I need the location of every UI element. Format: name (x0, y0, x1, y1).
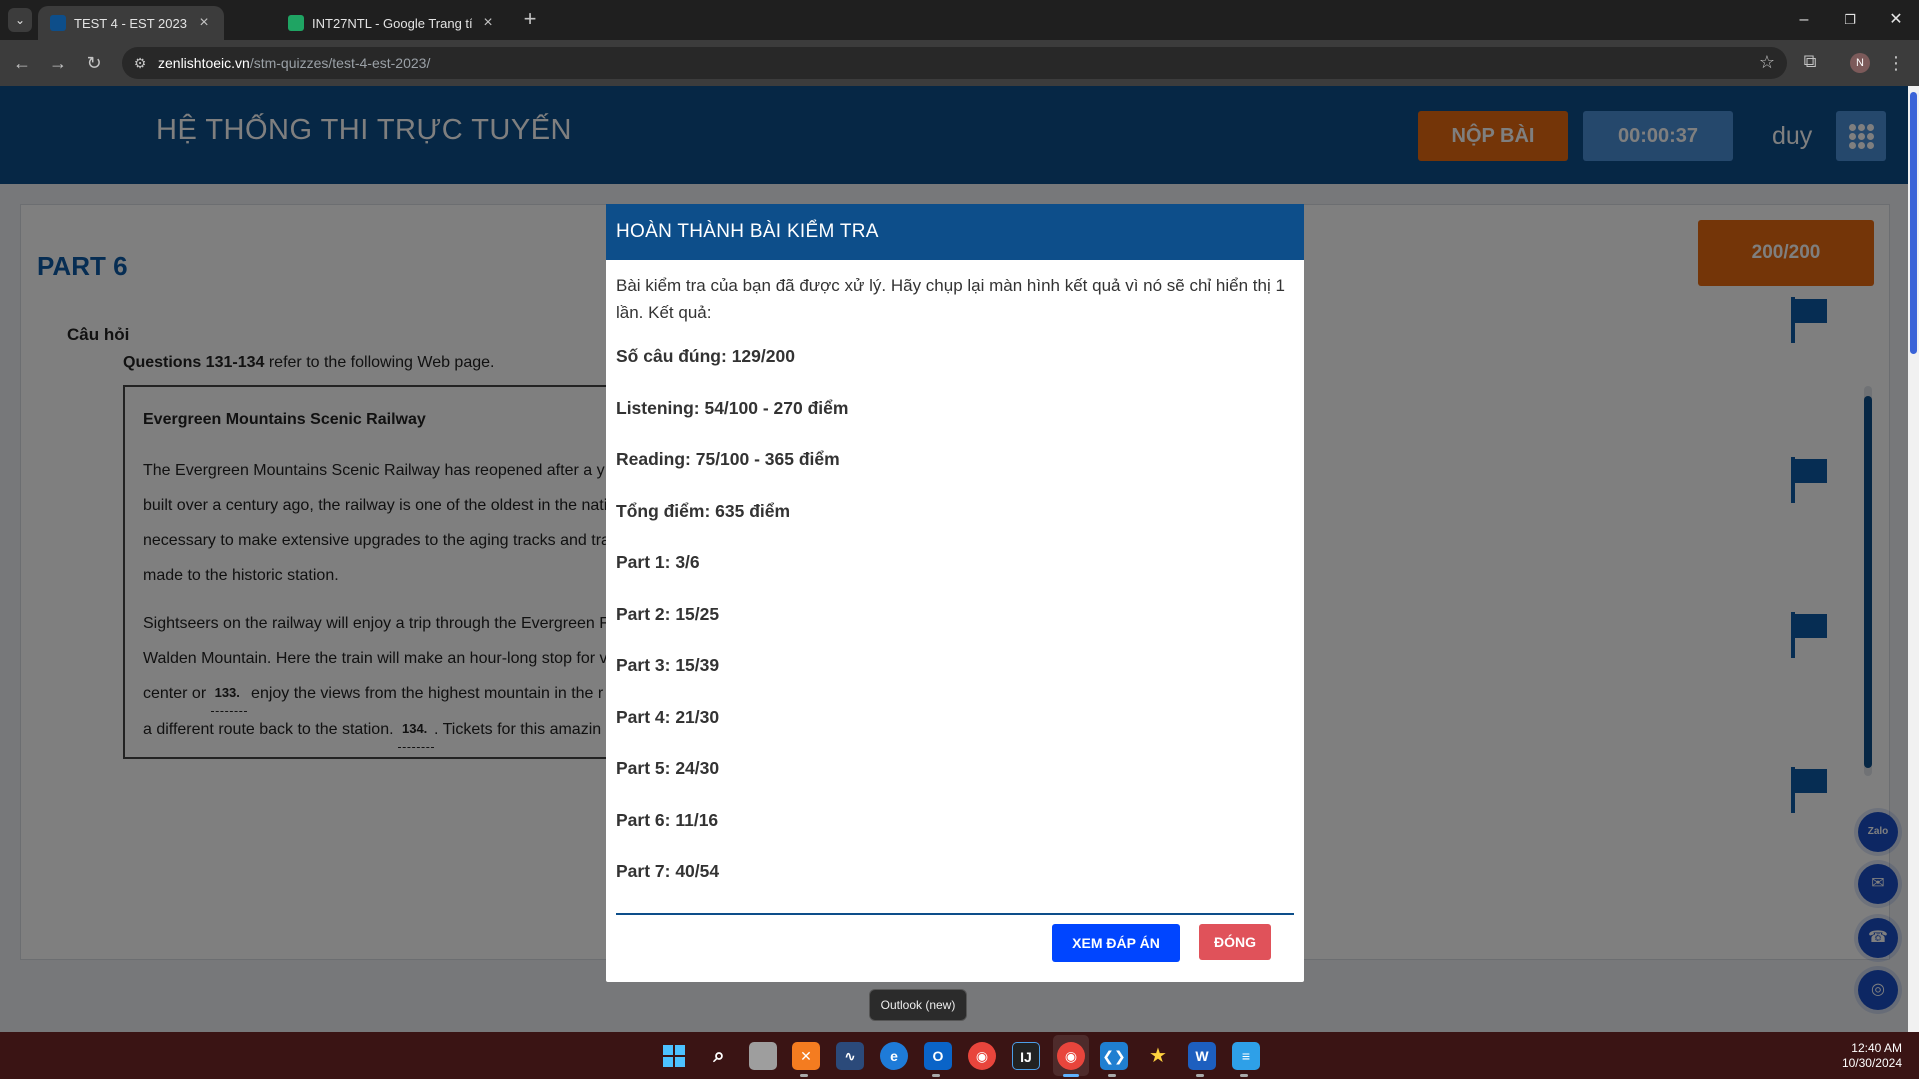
clock-time: 12:40 AM (1851, 1041, 1902, 1055)
search-icon[interactable]: ⌕ (705, 1042, 733, 1070)
outlook-icon[interactable]: O (924, 1042, 952, 1070)
notepad-icon[interactable]: ≡ (1232, 1042, 1260, 1070)
result-part-2: Part 2: 15/25 (616, 603, 720, 624)
running-indicator (1108, 1074, 1116, 1077)
url-host: zenlishtoeic.vn (158, 55, 250, 71)
minimize-icon[interactable]: – (1781, 0, 1827, 40)
tab-title: INT27NTL - Google Trang tính (312, 15, 472, 31)
google-sheets-favicon-icon (288, 15, 304, 31)
result-listening: Listening: 54/100 - 270 điểm (616, 397, 849, 418)
modal-divider (616, 913, 1294, 915)
close-tab-icon[interactable]: × (480, 14, 496, 32)
intellij-icon[interactable]: IJ (1012, 1042, 1040, 1070)
profile-avatar[interactable]: N (1850, 53, 1870, 73)
result-reading: Reading: 75/100 - 365 điểm (616, 449, 840, 469)
running-indicator (800, 1074, 808, 1077)
result-part-3: Part 3: 15/39 (616, 655, 720, 675)
chrome-icon[interactable]: ◉ (968, 1042, 996, 1070)
result-part-5: Part 5: 24/30 (616, 758, 720, 778)
modal-title: HOÀN THÀNH BÀI KIỂM TRA (606, 204, 1304, 260)
browser-tab-strip: ⌄ TEST 4 - EST 2023 - Zenlish × INT27NTL… (0, 0, 1919, 40)
edge-browser-icon[interactable]: e (880, 1042, 908, 1070)
vscode-icon[interactable]: ❮❯ (1100, 1042, 1128, 1070)
result-part-6: Part 6: 11/16 (616, 809, 719, 830)
system-clock[interactable]: 12:40 AM 10/30/2024 (1820, 1041, 1902, 1071)
task-view-icon[interactable] (749, 1042, 777, 1070)
forward-arrow-icon[interactable]: → (44, 49, 72, 77)
chrome-profile-icon[interactable]: ◉ (1057, 1042, 1085, 1070)
restore-icon[interactable]: ❐ (1827, 0, 1873, 40)
tab-search-chevron-icon[interactable]: ⌄ (8, 8, 32, 32)
browser-toolbar: ← → ↻ ⚙ zenlishtoeic.vn/stm-quizzes/test… (0, 40, 1919, 86)
tab-zenlish[interactable]: TEST 4 - EST 2023 - Zenlish × (38, 6, 224, 40)
result-part-7: Part 7: 40/54 (616, 861, 720, 881)
back-arrow-icon[interactable]: ← (8, 49, 36, 77)
url-path: /stm-quizzes/test-4-est-2023/ (249, 55, 431, 71)
modal-message: Bài kiểm tra của bạn đã được xử lý. Hãy … (616, 276, 1285, 322)
modal-body: Bài kiểm tra của bạn đã được xử lý. Hãy … (606, 260, 1304, 911)
close-modal-button[interactable]: ĐÓNG (1199, 924, 1271, 960)
star-app-icon[interactable]: ★ (1144, 1042, 1172, 1070)
view-answers-button[interactable]: XEM ĐÁP ÁN (1052, 924, 1180, 962)
running-indicator (932, 1074, 940, 1077)
app-icon[interactable]: ∿ (836, 1042, 864, 1070)
result-correct-count: Số câu đúng: 129/200 (616, 346, 795, 366)
running-indicator (1240, 1074, 1248, 1077)
active-indicator (1063, 1074, 1079, 1077)
address-bar[interactable]: ⚙ zenlishtoeic.vn/stm-quizzes/test-4-est… (122, 47, 1787, 79)
url-text: zenlishtoeic.vn/stm-quizzes/test-4-est-2… (158, 55, 430, 71)
zenlish-favicon-icon (50, 15, 66, 31)
page-scrollbar-thumb[interactable] (1910, 92, 1917, 354)
result-part-4: Part 4: 21/30 (616, 706, 720, 727)
windows-start-icon[interactable] (660, 1042, 688, 1070)
clock-date: 10/30/2024 (1841, 1056, 1902, 1070)
browser-menu-icon[interactable]: ⋮ (1886, 49, 1906, 77)
close-tab-icon[interactable]: × (196, 14, 212, 32)
windows-taskbar: ⌕ ✕ ∿ e O ◉ IJ ◉ ❮❯ ★ W ≡ 12:40 AM 10/30… (0, 1032, 1919, 1079)
xampp-icon[interactable]: ✕ (792, 1042, 820, 1070)
result-total-score: Tổng điểm: 635 điểm (616, 500, 791, 521)
web-page: HỆ THỐNG THI TRỰC TUYẾN NỘP BÀI 00:00:37… (0, 86, 1919, 1032)
tab-title: TEST 4 - EST 2023 - Zenlish (74, 15, 188, 31)
tab-google-sheets[interactable]: INT27NTL - Google Trang tính × (276, 6, 508, 40)
page-scrollbar[interactable] (1908, 86, 1919, 1032)
extensions-puzzle-icon[interactable]: ⧉ (1798, 51, 1822, 75)
result-part-1: Part 1: 3/6 (616, 552, 700, 572)
window-close-icon[interactable]: ✕ (1873, 0, 1919, 40)
result-modal: HOÀN THÀNH BÀI KIỂM TRA Bài kiểm tra của… (606, 204, 1304, 982)
running-indicator (1196, 1074, 1204, 1077)
reload-icon[interactable]: ↻ (80, 49, 108, 77)
new-tab-icon[interactable]: + (518, 8, 542, 32)
taskbar-tooltip: Outlook (new) (869, 989, 967, 1021)
site-settings-icon[interactable]: ⚙ (122, 55, 158, 72)
word-icon[interactable]: W (1188, 1042, 1216, 1070)
bookmark-star-icon[interactable]: ☆ (1759, 52, 1775, 73)
